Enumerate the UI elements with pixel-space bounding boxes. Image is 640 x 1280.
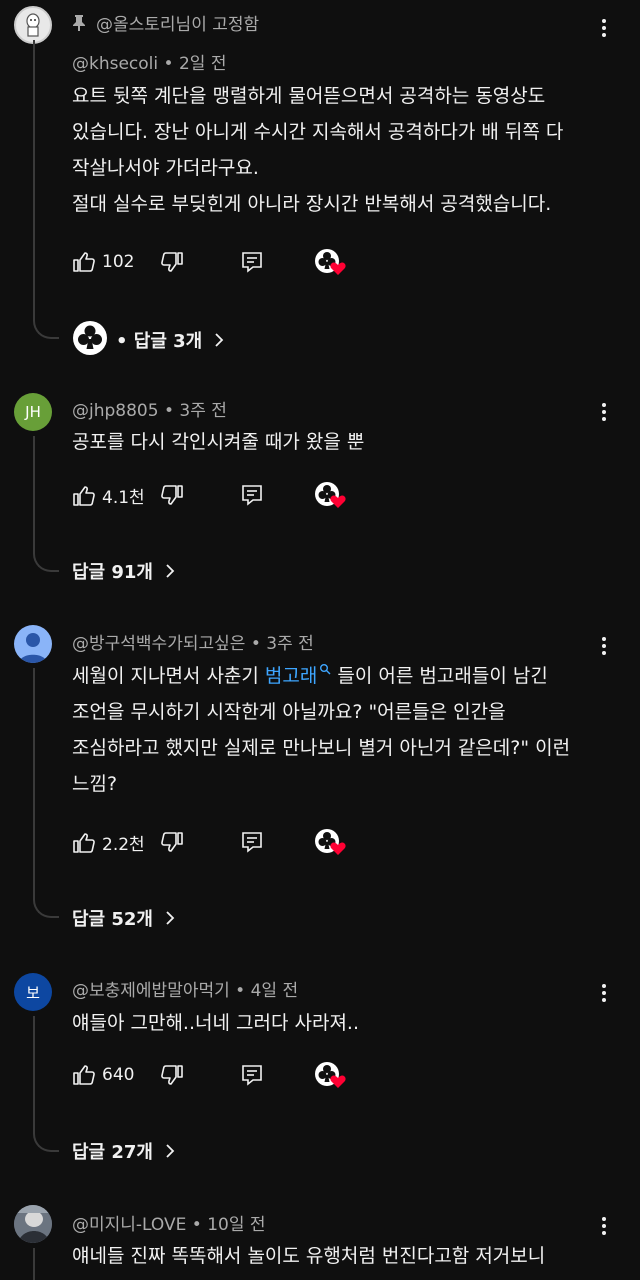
- replies-label: 답글 52개: [72, 909, 153, 930]
- reply-button[interactable]: [240, 830, 264, 854]
- dislike-button[interactable]: [160, 250, 184, 274]
- avatar[interactable]: [14, 625, 52, 663]
- search-icon: [320, 663, 331, 675]
- avatar[interactable]: JH: [14, 393, 52, 431]
- thread-line: [33, 436, 59, 572]
- chevron-right-icon: [166, 911, 175, 925]
- chevron-right-icon: [215, 333, 224, 347]
- reply-icon: [242, 485, 262, 506]
- thumbs-up-icon: [73, 832, 95, 853]
- club-avatar-icon: [73, 321, 107, 355]
- like-count: 640: [102, 1065, 135, 1085]
- pinned-row: @올스토리님이 고정함: [72, 10, 259, 35]
- thread-line: [33, 668, 59, 918]
- comment-text: 요트 뒷쪽 계단을 맹렬하게 물어뜯으면서 공격하는 동영상도 있습니다. 장난…: [72, 85, 564, 215]
- like-button[interactable]: 102: [72, 250, 134, 274]
- comment-time[interactable]: 2일 전: [179, 54, 227, 74]
- pinned-label: @올스토리님이 고정함: [96, 15, 260, 35]
- comment-meta: @방구석백수가되고싶은 • 3주 전: [72, 634, 314, 654]
- author-name[interactable]: @khsecoli: [72, 54, 158, 74]
- thumbs-up-icon: [73, 252, 95, 272]
- reply-button[interactable]: [240, 483, 264, 507]
- default-avatar-icon: [19, 633, 47, 663]
- thread-line: [33, 1248, 59, 1280]
- author-name[interactable]: @보충제에밥말아먹기: [72, 981, 230, 1001]
- thread-line: [33, 40, 59, 339]
- chevron-right-icon: [166, 564, 175, 578]
- photo-avatar-icon: [14, 1205, 52, 1243]
- comment-text: 얘들아 그만해..너네 그러다 사라져..: [72, 1012, 359, 1034]
- replies-label: • 답글 3개: [116, 331, 203, 352]
- reply-icon: [242, 252, 262, 273]
- thumbs-up-icon: [73, 1065, 95, 1085]
- comment-text: 세월이 지나면서 사춘기 범고래 들이 어른 범고래들이 남긴 조언을 무시하기…: [72, 658, 632, 802]
- thumbs-down-icon: [161, 832, 183, 852]
- more-options-button[interactable]: [592, 14, 616, 42]
- reply-icon: [242, 1065, 262, 1086]
- replies-label: 답글 27개: [72, 1142, 153, 1163]
- heart-icon: [330, 842, 346, 855]
- dislike-button[interactable]: [160, 830, 184, 854]
- comment-meta: @khsecoli • 2일 전: [72, 54, 227, 74]
- heart-icon: [330, 1075, 346, 1088]
- avatar[interactable]: [14, 1205, 52, 1243]
- comment-text: 얘네들 진짜 똑똑해서 놀이도 유행처럼 번진다고함 저거보니: [72, 1245, 546, 1267]
- pin-icon: [73, 14, 85, 31]
- thumbs-down-icon: [161, 485, 183, 505]
- reply-icon: [242, 832, 262, 853]
- author-name[interactable]: @jhp8805: [72, 401, 159, 421]
- dislike-button[interactable]: [160, 483, 184, 507]
- avatar[interactable]: [14, 6, 52, 44]
- replies-button[interactable]: • 답글 3개: [72, 320, 226, 360]
- chevron-right-icon: [166, 1144, 175, 1158]
- more-options-button[interactable]: [592, 398, 616, 426]
- comment-time[interactable]: 3주 전: [179, 401, 227, 421]
- comment-time[interactable]: 10일 전: [207, 1215, 265, 1235]
- like-count: 102: [102, 252, 135, 272]
- search-link[interactable]: 범고래: [265, 663, 331, 687]
- replies-button[interactable]: 답글 27개: [72, 1138, 177, 1164]
- more-options-button[interactable]: [592, 632, 616, 660]
- creator-heart-badge: [314, 481, 346, 511]
- reply-button[interactable]: [240, 250, 264, 274]
- replies-button[interactable]: 답글 91개: [72, 558, 177, 584]
- like-count: 4.1천: [102, 488, 145, 508]
- creator-heart-badge: [314, 248, 346, 278]
- replies-button[interactable]: 답글 52개: [72, 905, 177, 931]
- thumbs-down-icon: [161, 252, 183, 272]
- heart-icon: [330, 495, 346, 508]
- avatar[interactable]: 보: [14, 973, 52, 1011]
- comment-time[interactable]: 4일 전: [251, 981, 299, 1001]
- like-button[interactable]: 640: [72, 1063, 134, 1087]
- more-options-button[interactable]: [592, 979, 616, 1007]
- comment-meta: @보충제에밥말아먹기 • 4일 전: [72, 981, 299, 1001]
- character-icon: [26, 13, 40, 37]
- comment-meta: @미지니-LOVE • 10일 전: [72, 1215, 266, 1235]
- thumbs-down-icon: [161, 1065, 183, 1085]
- creator-heart-badge: [314, 1061, 346, 1091]
- heart-icon: [330, 262, 346, 275]
- more-options-button[interactable]: [592, 1212, 616, 1240]
- comment-time[interactable]: 3주 전: [266, 634, 314, 654]
- thread-line: [33, 1016, 59, 1152]
- author-name[interactable]: @방구석백수가되고싶은: [72, 634, 245, 654]
- author-name[interactable]: @미지니-LOVE: [72, 1215, 186, 1235]
- thumbs-up-icon: [73, 485, 95, 506]
- replies-label: 답글 91개: [72, 562, 153, 583]
- like-button[interactable]: 4.1천: [72, 483, 145, 508]
- dislike-button[interactable]: [160, 1063, 184, 1087]
- creator-heart-badge: [314, 828, 346, 858]
- reply-button[interactable]: [240, 1063, 264, 1087]
- comment-text: 공포를 다시 각인시켜줄 때가 왔을 뿐: [72, 431, 365, 453]
- comments-page: @올스토리님이 고정함 @khsecoli • 2일 전 요트 뒷쪽 계단을 맹…: [0, 0, 640, 1280]
- like-count: 2.2천: [102, 835, 145, 855]
- like-button[interactable]: 2.2천: [72, 830, 145, 855]
- comment-meta: @jhp8805 • 3주 전: [72, 401, 227, 421]
